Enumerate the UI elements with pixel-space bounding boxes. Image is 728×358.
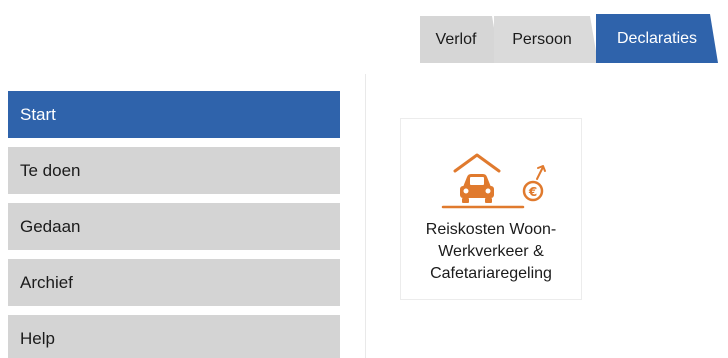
car-garage-euro-icon: € [441, 153, 546, 209]
tile-label: Reiskosten Woon- Werkverkeer & Cafetaria… [401, 219, 581, 285]
tile-reiskosten[interactable]: € Reiskosten Woon- Werkverkeer & Cafetar… [400, 118, 582, 300]
tab-declaraties[interactable]: Declaraties [596, 14, 718, 63]
sidebar-item-te-doen[interactable]: Te doen [8, 147, 340, 194]
sidebar-item-start[interactable]: Start [8, 91, 340, 138]
app-window: Verlof Persoon Declaraties Start Te doen… [0, 0, 728, 358]
sidebar-item-gedaan[interactable]: Gedaan [8, 203, 340, 250]
sidebar-nav: Start Te doen Gedaan Archief Help [8, 91, 340, 358]
tile-label-line-2: Werkverkeer & [438, 243, 544, 260]
tile-label-line-1: Reiskosten Woon- [425, 221, 557, 238]
tile-label-line-3: Cafetariaregeling [430, 265, 552, 282]
top-tabs: Verlof Persoon Declaraties [420, 14, 718, 63]
content-divider [365, 74, 366, 358]
svg-text:€: € [528, 185, 537, 199]
tab-persoon[interactable]: Persoon [494, 16, 598, 63]
sidebar-item-archief[interactable]: Archief [8, 259, 340, 306]
sidebar-item-help[interactable]: Help [8, 315, 340, 358]
tab-verlof[interactable]: Verlof [420, 16, 500, 63]
